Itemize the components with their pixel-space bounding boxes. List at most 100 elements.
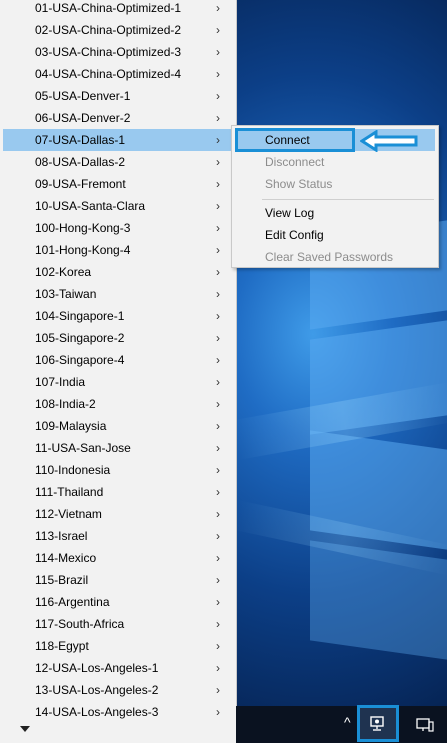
menu-separator [262,199,434,200]
clear-passwords-label: Clear Saved Passwords [265,250,394,264]
openvpn-tray-button[interactable] [357,705,399,742]
server-name-label: 100-Hong-Kong-3 [35,221,131,235]
submenu-chevron-icon: › [216,287,220,301]
submenu-chevron-icon: › [216,639,220,653]
submenu-chevron-icon: › [216,45,220,59]
server-name-label: 116-Argentina [35,595,110,609]
server-menu-item[interactable]: 118-Egypt › [0,635,235,657]
submenu-chevron-icon: › [216,353,220,367]
submenu-chevron-icon: › [216,1,220,15]
server-name-label: 01-USA-China-Optimized-1 [35,1,182,15]
server-menu-item[interactable]: 05-USA-Denver-1 › [0,85,235,107]
server-menu-item[interactable]: 115-Brazil › [0,569,235,591]
edit-config-menu-item[interactable]: Edit Config [232,224,438,246]
server-name-label: 117-South-Africa [35,617,125,631]
submenu-chevron-icon: › [216,661,220,675]
server-name-label: 12-USA-Los-Angeles-1 [35,661,159,675]
network-icon[interactable] [416,718,434,732]
submenu-chevron-icon: › [216,133,220,147]
server-name-label: 101-Hong-Kong-4 [35,243,131,257]
server-name-label: 104-Singapore-1 [35,309,125,323]
show-hidden-icons-button[interactable]: ^ [344,714,351,730]
server-menu-item[interactable]: 12-USA-Los-Angeles-1 › [0,657,235,679]
server-name-label: 113-Israel [35,529,88,543]
server-menu-item[interactable]: 03-USA-China-Optimized-3 › [0,41,235,63]
server-name-label: 08-USA-Dallas-2 [35,155,126,169]
server-name-label: 109-Malaysia [35,419,107,433]
server-menu-item[interactable]: 113-Israel › [0,525,235,547]
server-menu-item[interactable]: 101-Hong-Kong-4 › [0,239,235,261]
server-menu-item[interactable]: 04-USA-China-Optimized-4 › [0,63,235,85]
server-name-label: 10-USA-Santa-Clara [35,199,146,213]
server-menu-item[interactable]: 105-Singapore-2 › [0,327,235,349]
submenu-chevron-icon: › [216,441,220,455]
submenu-chevron-icon: › [216,595,220,609]
server-name-label: 114-Mexico [35,551,97,565]
server-menu-item[interactable]: 07-USA-Dallas-1 › [3,129,233,151]
server-name-label: 118-Egypt [35,639,89,653]
server-name-label: 13-USA-Los-Angeles-2 [35,683,159,697]
server-menu-item[interactable]: 06-USA-Denver-2 › [0,107,235,129]
submenu-chevron-icon: › [216,23,220,37]
submenu-chevron-icon: › [216,111,220,125]
submenu-chevron-icon: › [216,309,220,323]
server-menu-item[interactable]: 112-Vietnam › [0,503,235,525]
show-status-menu-item: Show Status [232,173,438,195]
server-menu-item[interactable]: 116-Argentina › [0,591,235,613]
submenu-chevron-icon: › [216,573,220,587]
server-menu-item[interactable]: 104-Singapore-1 › [0,305,235,327]
submenu-chevron-icon: › [216,155,220,169]
submenu-chevron-icon: › [216,265,220,279]
server-name-label: 111-Thailand [35,485,104,499]
submenu-chevron-icon: › [216,617,220,631]
server-menu-item[interactable]: 09-USA-Fremont › [0,173,235,195]
submenu-chevron-icon: › [216,683,220,697]
server-name-label: 11-USA-San-Jose [35,441,131,455]
submenu-chevron-icon: › [216,485,220,499]
menu-scroll-area [0,720,237,743]
server-menu-item[interactable]: 02-USA-China-Optimized-2 › [0,19,235,41]
server-name-label: 115-Brazil [35,573,89,587]
openvpn-tray-icon [370,716,384,731]
server-menu-item[interactable]: 11-USA-San-Jose › [0,437,235,459]
submenu-chevron-icon: › [216,419,220,433]
server-name-label: 07-USA-Dallas-1 [35,133,126,147]
submenu-chevron-icon: › [216,89,220,103]
disconnect-label: Disconnect [265,155,325,169]
server-menu-item[interactable]: 01-USA-China-Optimized-1 › [0,0,235,19]
server-menu-item[interactable]: 102-Korea › [0,261,235,283]
server-name-label: 112-Vietnam [35,507,102,521]
server-menu-item[interactable]: 10-USA-Santa-Clara › [0,195,235,217]
server-name-label: 06-USA-Denver-2 [35,111,131,125]
server-name-label: 05-USA-Denver-1 [35,89,131,103]
server-menu-item[interactable]: 103-Taiwan › [0,283,235,305]
server-name-label: 03-USA-China-Optimized-3 [35,45,182,59]
server-name-label: 102-Korea [35,265,92,279]
server-menu-item[interactable]: 13-USA-Los-Angeles-2 › [0,679,235,701]
submenu-chevron-icon: › [216,375,220,389]
server-name-label: 09-USA-Fremont [35,177,126,191]
server-menu-item[interactable]: 08-USA-Dallas-2 › [0,151,235,173]
server-menu-item[interactable]: 106-Singapore-4 › [0,349,235,371]
submenu-chevron-icon: › [216,331,220,345]
server-menu-item[interactable]: 114-Mexico › [0,547,235,569]
server-menu-item[interactable]: 109-Malaysia › [0,415,235,437]
server-name-label: 105-Singapore-2 [35,331,125,345]
submenu-chevron-icon: › [216,67,220,81]
submenu-chevron-icon: › [216,177,220,191]
submenu-chevron-icon: › [216,463,220,477]
server-name-label: 108-India-2 [35,397,96,411]
server-menu-item[interactable]: 107-India › [0,371,235,393]
edit-config-label: Edit Config [265,228,324,242]
view-log-menu-item[interactable]: View Log [232,202,438,224]
server-name-label: 103-Taiwan [35,287,97,301]
clear-passwords-menu-item: Clear Saved Passwords [232,246,438,268]
server-menu-item[interactable]: 110-Indonesia › [0,459,235,481]
server-menu-item[interactable]: 108-India-2 › [0,393,235,415]
scroll-down-icon[interactable] [20,726,30,732]
taskbar: ^ [236,706,447,743]
server-menu-item[interactable]: 100-Hong-Kong-3 › [0,217,235,239]
server-menu-item[interactable]: 111-Thailand › [0,481,235,503]
server-menu-item[interactable]: 117-South-Africa › [0,613,235,635]
annotation-arrow-icon [360,130,418,152]
